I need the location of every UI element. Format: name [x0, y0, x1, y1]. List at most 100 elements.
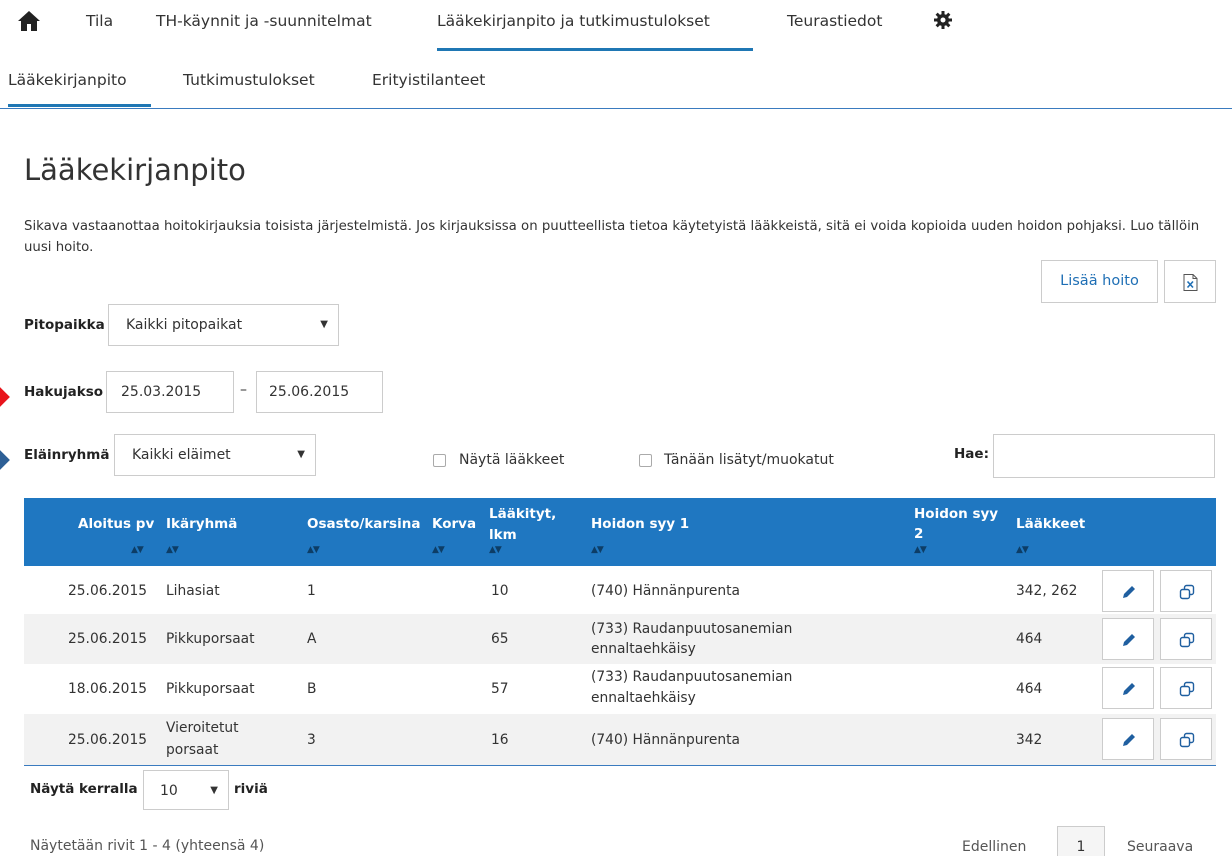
page-number-button[interactable]: 1 — [1057, 826, 1105, 856]
search-input[interactable] — [993, 434, 1215, 478]
hakujakso-label: Hakujakso — [24, 384, 104, 400]
page-description: Sikava vastaanottaa hoitokirjauksia tois… — [24, 219, 1200, 255]
add-treatment-button[interactable]: Lisää hoito — [1041, 260, 1158, 303]
cell-count: 57 — [491, 681, 509, 697]
cell-date: 25.06.2015 — [68, 583, 147, 599]
sort-icon[interactable]: ▲▼ — [1016, 545, 1029, 555]
cell-syy1: (733) Raudanpuutosanemian — [591, 621, 793, 637]
col-laakkeet[interactable]: Lääkkeet — [1016, 516, 1085, 532]
cell-count: 65 — [491, 631, 509, 647]
pencil-icon — [1123, 634, 1135, 646]
copy-icon — [1179, 632, 1195, 648]
col-syy2-line2: 2 — [914, 526, 924, 542]
next-page-link[interactable]: Seuraava — [1127, 839, 1193, 855]
cell-age-line2: porsaat — [166, 742, 219, 758]
table-row: 25.06.2015 Pikkuporsaat A 65 (733) Rauda… — [24, 614, 1216, 664]
blue-marker-icon — [0, 450, 10, 470]
cell-syy1-line2: ennaltaehkäisy — [591, 690, 696, 706]
page-size-value: 10 — [160, 783, 178, 799]
pitopaikka-label: Pitopaikka — [24, 317, 105, 333]
elainryhma-select[interactable]: Kaikki eläimet ▼ — [114, 434, 316, 476]
subtab-erityistilanteet[interactable]: Erityistilanteet — [372, 52, 485, 104]
cell-age: Pikkuporsaat — [166, 681, 255, 697]
copy-icon — [1179, 681, 1195, 697]
cell-syy1: (740) Hännänpurenta — [591, 583, 740, 599]
show-meds-checkbox[interactable] — [433, 454, 446, 467]
subtab-tutkimustulokset[interactable]: Tutkimustulokset — [183, 52, 315, 104]
cell-meds: 464 — [1016, 681, 1043, 697]
red-marker-icon — [0, 387, 10, 407]
col-laakityt[interactable]: Lääkityt, — [489, 506, 556, 522]
cell-age: Lihasiat — [166, 583, 220, 599]
cell-age: Pikkuporsaat — [166, 631, 255, 647]
page-size-select[interactable]: 10 ▼ — [143, 770, 229, 810]
table-row: 25.06.2015 Vieroitetut porsaat 3 16 (740… — [24, 714, 1216, 765]
sort-icon[interactable]: ▲▼ — [591, 545, 604, 555]
date-from-input[interactable]: 25.03.2015 — [106, 371, 234, 413]
col-ikaryhma[interactable]: Ikäryhmä — [166, 516, 237, 532]
cell-date: 25.06.2015 — [68, 631, 147, 647]
nav-tab-teurastiedot[interactable]: Teurastiedot — [787, 0, 882, 48]
home-icon[interactable] — [17, 10, 41, 32]
page-size-suffix: riviä — [234, 781, 268, 797]
col-aloitus[interactable]: Aloitus pv — [78, 516, 154, 532]
chevron-down-icon: ▼ — [210, 785, 218, 796]
cell-date: 25.06.2015 — [68, 732, 147, 748]
copy-button[interactable] — [1160, 570, 1212, 612]
today-modified-label: Tänään lisätyt/muokatut — [664, 452, 834, 468]
chevron-down-icon: ▼ — [320, 319, 328, 330]
col-korva[interactable]: Korva — [432, 516, 476, 532]
col-osasto[interactable]: Osasto/karsina — [307, 516, 420, 532]
sub-nav: Lääkekirjanpito Tutkimustulokset Erityis… — [0, 52, 1232, 109]
date-to-input[interactable]: 25.06.2015 — [256, 371, 383, 413]
table-row: 18.06.2015 Pikkuporsaat B 57 (733) Rauda… — [24, 664, 1216, 714]
pitopaikka-select[interactable]: Kaikki pitopaikat ▼ — [108, 304, 339, 346]
copy-icon — [1179, 584, 1195, 600]
sort-icon[interactable]: ▲▼ — [307, 545, 320, 555]
col-syy2[interactable]: Hoidon syy — [914, 506, 998, 522]
date-separator: – — [240, 382, 247, 398]
subtab-laakekirjanpito[interactable]: Lääkekirjanpito — [8, 52, 151, 107]
edit-button[interactable] — [1102, 618, 1154, 660]
table-bottom-border — [24, 765, 1216, 766]
page-title: Lääkekirjanpito — [24, 153, 246, 187]
chevron-down-icon: ▼ — [297, 449, 305, 460]
pencil-icon — [1123, 734, 1135, 746]
pitopaikka-value: Kaikki pitopaikat — [126, 317, 243, 333]
cell-syy1: (740) Hännänpurenta — [591, 732, 740, 748]
prev-page-link[interactable]: Edellinen — [962, 839, 1026, 855]
rows-info: Näytetään rivit 1 - 4 (yhteensä 4) — [30, 838, 265, 854]
col-syy1[interactable]: Hoidon syy 1 — [591, 516, 689, 532]
cell-syy1-line2: ennaltaehkäisy — [591, 641, 696, 657]
nav-tab-laakekirjanpito[interactable]: Lääkekirjanpito ja tutkimustulokset — [437, 0, 753, 51]
sort-icon[interactable]: ▲▼ — [914, 545, 927, 555]
copy-button[interactable] — [1160, 667, 1212, 709]
edit-button[interactable] — [1102, 718, 1154, 760]
page-number: 1 — [1076, 839, 1086, 855]
copy-button[interactable] — [1160, 718, 1212, 760]
cell-age: Vieroitetut — [166, 720, 239, 736]
cell-osasto: A — [307, 631, 317, 647]
sort-icon[interactable]: ▲▼ — [432, 545, 445, 555]
gear-icon[interactable] — [934, 11, 952, 29]
copy-icon — [1179, 732, 1195, 748]
excel-export-button[interactable] — [1164, 260, 1216, 303]
sort-icon[interactable]: ▲▼ — [489, 545, 502, 555]
nav-tab-th-kaynnit[interactable]: TH-käynnit ja -suunnitelmat — [156, 0, 372, 48]
edit-button[interactable] — [1102, 570, 1154, 612]
sort-icon[interactable]: ▲▼ — [166, 545, 179, 555]
edit-button[interactable] — [1102, 667, 1154, 709]
cell-date: 18.06.2015 — [68, 681, 147, 697]
nav-tab-tila[interactable]: Tila — [86, 0, 113, 48]
show-meds-label: Näytä lääkkeet — [459, 452, 565, 468]
page-size-label: Näytä kerralla — [30, 781, 138, 797]
cell-count: 16 — [491, 732, 509, 748]
col-laakityt-line2: lkm — [489, 527, 517, 543]
cell-syy1: (733) Raudanpuutosanemian — [591, 669, 793, 685]
cell-osasto: 3 — [307, 732, 316, 748]
today-modified-checkbox[interactable] — [639, 454, 652, 467]
table-row: 25.06.2015 Lihasiat 1 10 (740) Hännänpur… — [24, 566, 1216, 616]
copy-button[interactable] — [1160, 618, 1212, 660]
cell-count: 10 — [491, 583, 509, 599]
sort-icon[interactable]: ▲▼ — [131, 545, 144, 555]
